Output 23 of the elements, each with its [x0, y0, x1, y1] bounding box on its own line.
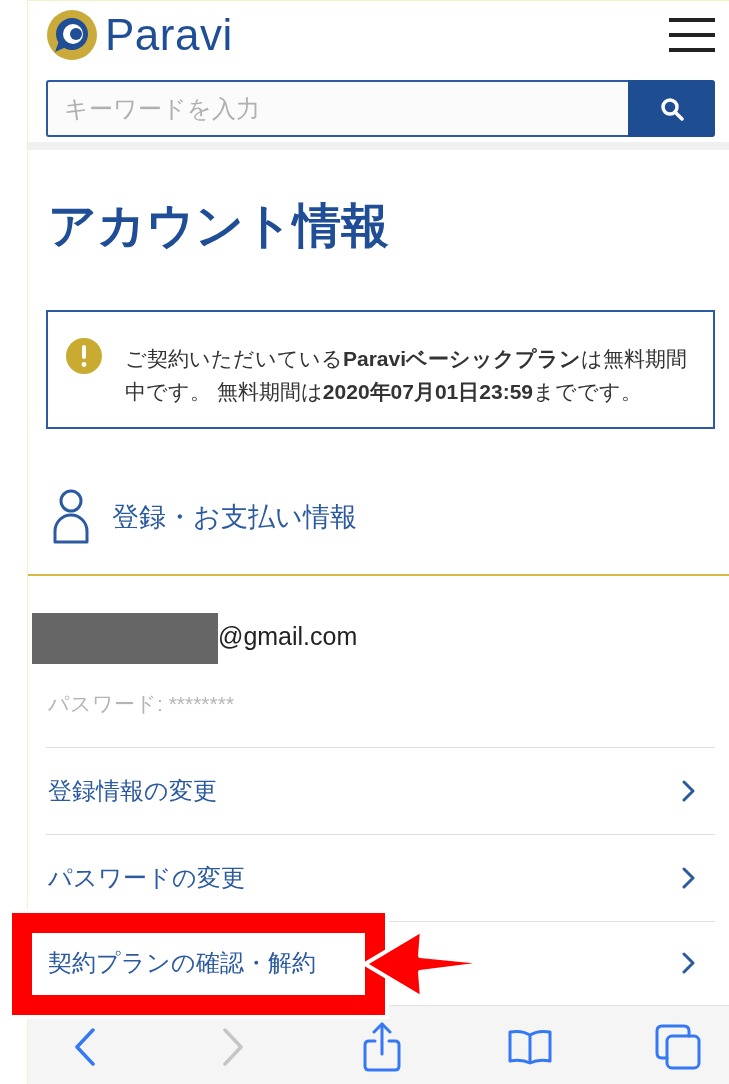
menu-item[interactable]: パスワードの変更 — [46, 835, 715, 922]
logo-text[interactable]: Paravi — [105, 9, 233, 61]
person-icon — [52, 489, 90, 544]
page-title: アカウント情報 — [48, 198, 390, 254]
search-field[interactable]: キーワードを入力 — [46, 80, 628, 137]
overlapping-squares-icon[interactable] — [655, 1024, 701, 1070]
chevron-right-icon — [682, 952, 695, 974]
search-button[interactable] — [628, 80, 715, 137]
menu-icon[interactable] — [669, 18, 715, 52]
email-text: @gmail.com — [218, 622, 358, 651]
chevron-right-icon — [682, 780, 695, 802]
share-icon[interactable] — [362, 1022, 401, 1072]
chevron-left-icon[interactable] — [74, 1028, 96, 1066]
menu-item[interactable]: 契約プランの確認・解約 — [46, 922, 715, 1004]
chevron-right-icon — [682, 867, 695, 889]
search-icon — [659, 96, 684, 121]
logo-icon[interactable] — [47, 10, 97, 60]
menu-item[interactable]: 登録情報の変更 — [46, 748, 715, 835]
notice-text: ご契約いただいているParaviベーシックプランは無料期間中です。 無料期間は2020年07月01日23:59までです。 — [125, 346, 689, 405]
section-title: 登録・お支払い情報 — [112, 500, 357, 534]
warning-icon — [66, 338, 102, 374]
password-text: パスワード: ******** — [48, 691, 236, 717]
book-icon[interactable] — [507, 1029, 552, 1065]
